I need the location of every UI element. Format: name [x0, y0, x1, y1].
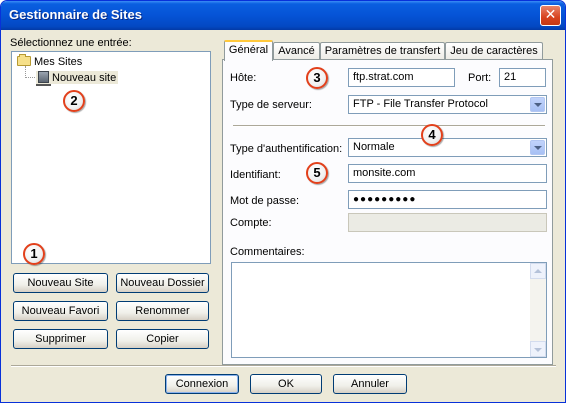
host-input[interactable]: ftp.strat.com [348, 68, 455, 87]
auth-type-select[interactable]: Normale [348, 138, 547, 157]
window-title: Gestionnaire de Sites [9, 7, 142, 22]
copy-button[interactable]: Copier [116, 329, 209, 349]
password-label: Mot de passe: [230, 195, 300, 207]
auth-type-label: Type d'authentification: [230, 143, 343, 155]
annotation-badge: 3 [306, 67, 328, 89]
server-type-label: Type de serveur: [230, 99, 312, 111]
select-entry-label: Sélectionnez une entrée: [10, 37, 132, 49]
port-label: Port: [468, 72, 492, 84]
port-input[interactable]: 21 [499, 68, 546, 87]
delete-button[interactable]: Supprimer [13, 329, 108, 349]
comments-scrollbar[interactable] [530, 263, 546, 357]
chevron-down-icon[interactable] [530, 97, 545, 112]
new-folder-button[interactable]: Nouveau Dossier [116, 273, 209, 293]
tree-item-nouveau-site[interactable]: Nouveau site [36, 71, 119, 86]
account-input [348, 213, 547, 232]
tab-charset[interactable]: Jeu de caractères [445, 42, 543, 60]
scroll-down-icon[interactable] [530, 341, 546, 357]
tab-transfer-settings[interactable]: Paramètres de transfert [320, 42, 445, 60]
user-label: Identifiant: [230, 169, 281, 181]
title-bar[interactable]: Gestionnaire de Sites ✕ [1, 1, 565, 30]
annotation-badge: 2 [63, 90, 85, 112]
annotation-badge: 1 [23, 243, 45, 265]
tree-item-label: Mes Sites [34, 56, 83, 68]
server-type-select[interactable]: FTP - File Transfer Protocol [348, 95, 547, 114]
tree-item-label: Nouveau site [52, 72, 117, 84]
folder-icon [17, 54, 31, 66]
user-input[interactable]: monsite.com [348, 164, 547, 183]
auth-type-value: Normale [353, 141, 395, 153]
site-tree[interactable]: Mes Sites Nouveau site [11, 51, 211, 264]
connect-button[interactable]: Connexion [165, 374, 239, 394]
annotation-badge: 5 [306, 162, 328, 184]
comments-label: Commentaires: [230, 246, 305, 258]
site-manager-window: Gestionnaire de Sites ✕ Sélectionnez une… [0, 0, 566, 403]
tab-advanced[interactable]: Avancé [273, 42, 320, 60]
comments-textarea[interactable] [231, 262, 547, 358]
ok-button[interactable]: OK [250, 374, 322, 394]
cancel-button[interactable]: Annuler [333, 374, 407, 394]
footer-divider [11, 365, 556, 367]
close-icon[interactable]: ✕ [540, 5, 561, 26]
tree-item-mes-sites[interactable]: Mes Sites [17, 54, 83, 68]
password-input[interactable]: ●●●●●●●●● [348, 190, 547, 209]
server-icon [36, 71, 51, 86]
section-divider [233, 125, 545, 127]
host-label: Hôte: [230, 72, 257, 84]
new-bookmark-button[interactable]: Nouveau Favori [13, 301, 108, 321]
rename-button[interactable]: Renommer [116, 301, 209, 321]
annotation-badge: 4 [421, 124, 443, 146]
server-type-value: FTP - File Transfer Protocol [353, 98, 488, 110]
chevron-down-icon[interactable] [530, 140, 545, 155]
new-site-button[interactable]: Nouveau Site [13, 273, 108, 293]
scroll-up-icon[interactable] [530, 263, 546, 279]
account-label: Compte: [230, 217, 272, 229]
tree-connector [25, 77, 35, 78]
tab-general[interactable]: Général [224, 40, 273, 61]
